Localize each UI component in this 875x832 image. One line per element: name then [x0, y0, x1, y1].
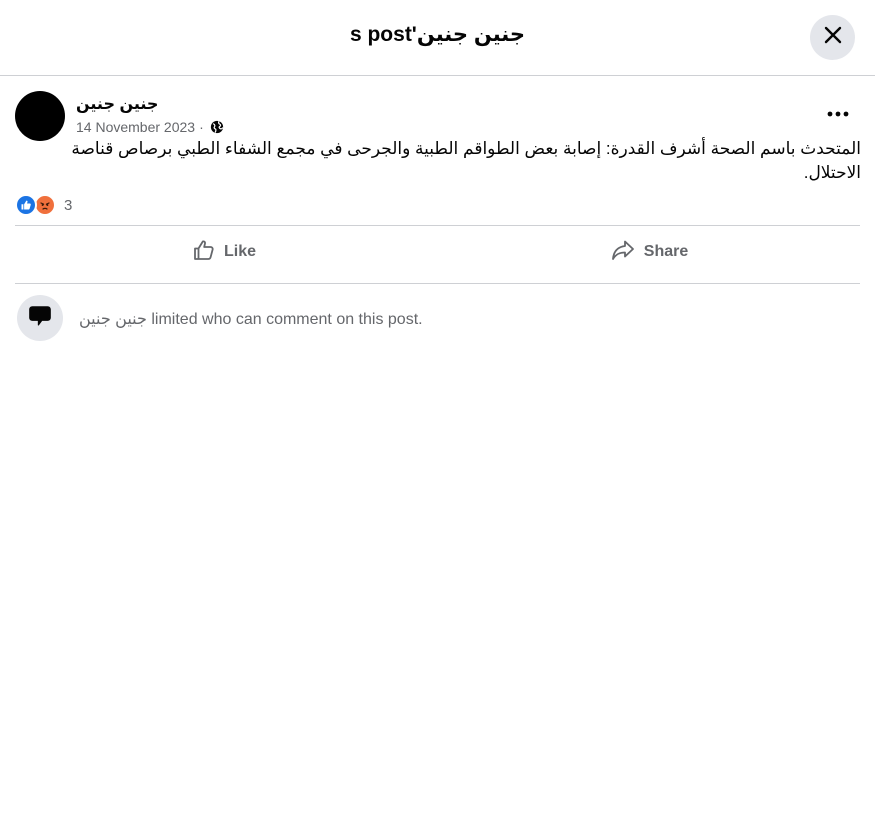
comment-notice-text: limited who can comment on this post.: [146, 311, 423, 328]
divider: [15, 283, 860, 284]
angry-reaction-icon: [34, 194, 56, 216]
reaction-count: 3: [64, 196, 73, 214]
share-button[interactable]: Share: [440, 230, 858, 274]
close-button[interactable]: [810, 15, 855, 60]
comment-notice-name[interactable]: جنين جنين: [79, 311, 147, 328]
author-avatar[interactable]: [15, 91, 65, 141]
like-button[interactable]: Like: [15, 230, 433, 274]
more-icon: [827, 104, 849, 122]
close-icon: [823, 25, 843, 50]
post-dialog: s post'جنين جنين جنين جنين 14 November 2…: [0, 0, 875, 832]
like-reaction-icon: [15, 194, 37, 216]
reactions-summary[interactable]: 3: [15, 193, 72, 217]
share-label: Share: [643, 243, 689, 260]
post-date[interactable]: 14 November 2023: [76, 119, 195, 135]
post-meta: 14 November 2023 ·: [76, 118, 224, 136]
author-name[interactable]: جنين جنين: [76, 94, 158, 114]
more-options-button[interactable]: [820, 100, 856, 126]
dialog-header: s post'جنين جنين: [0, 0, 875, 76]
comment-notice-badge: [17, 295, 63, 341]
share-icon: [610, 238, 636, 267]
post-text: المتحدث باسم الصحة أشرف القدرة: إصابة بع…: [71, 139, 861, 182]
thumbs-up-icon: [192, 238, 216, 267]
globe-icon[interactable]: [210, 120, 224, 134]
meta-separator: ·: [199, 119, 204, 135]
divider: [15, 225, 860, 226]
dialog-title: s post'جنين جنين: [349, 23, 526, 46]
comment-notice: جنين جنين limited who can comment on thi…: [79, 309, 423, 329]
comment-icon: [27, 303, 53, 334]
like-label: Like: [223, 243, 256, 260]
